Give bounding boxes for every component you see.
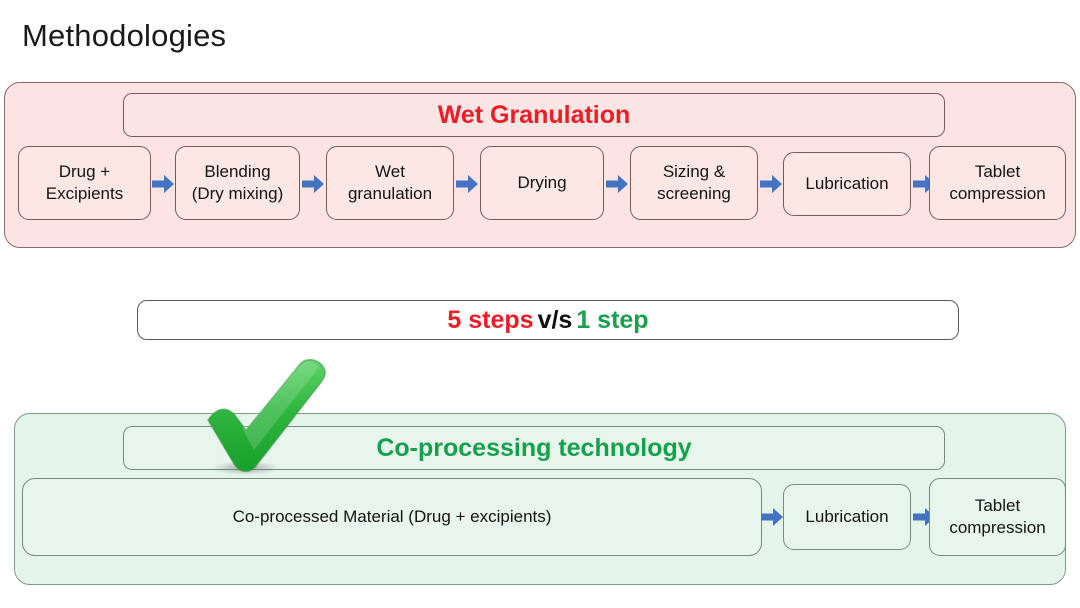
page-title: Methodologies (22, 18, 227, 53)
step-label-line: Sizing & (662, 162, 726, 182)
step-box-tablet-compression-coprocessing[interactable]: Tablet compression (929, 478, 1066, 556)
step-label-line: screening (657, 184, 731, 203)
step-box-sizing-screening[interactable]: Sizing & screening (630, 146, 758, 220)
step-label-line: Wet (375, 162, 405, 182)
step-box-blending[interactable]: Blending (Dry mixing) (175, 146, 300, 220)
right-arrow-icon (152, 174, 174, 194)
wet-granulation-header: Wet Granulation (123, 93, 945, 137)
step-label-line: Blending (204, 162, 271, 182)
right-arrow-icon (302, 174, 324, 194)
right-arrow-icon (456, 174, 478, 194)
co-processing-header-label: Co-processing technology (376, 433, 692, 462)
comparison-right-label: 1 step (576, 305, 649, 334)
step-label-line: Co-processed Material (Drug + excipients… (232, 507, 552, 527)
wet-granulation-header-label: Wet Granulation (437, 100, 631, 129)
step-box-lubrication-coprocessing[interactable]: Lubrication (783, 484, 911, 550)
comparison-bar: 5 steps v/s 1 step (137, 300, 959, 340)
co-processing-header: Co-processing technology (123, 426, 945, 470)
right-arrow-icon (760, 174, 782, 194)
right-arrow-icon (761, 507, 783, 527)
step-label-line: Tablet (974, 162, 1021, 182)
step-label-line: Drying (517, 173, 567, 193)
step-label-line: Tablet (974, 496, 1021, 516)
step-label-line: compression (949, 184, 1046, 203)
step-box-drug-excipients[interactable]: Drug + Excipients (18, 146, 151, 220)
comparison-middle-label: v/s (537, 305, 573, 334)
step-label-line: compression (949, 518, 1046, 537)
step-box-co-processed-material[interactable]: Co-processed Material (Drug + excipients… (22, 478, 762, 556)
step-label-line: Lubrication (805, 507, 889, 527)
step-label-line: Lubrication (805, 174, 889, 194)
step-label-line: (Dry mixing) (191, 184, 284, 203)
step-box-drying[interactable]: Drying (480, 146, 604, 220)
step-label-line: Drug + (58, 162, 111, 182)
step-box-wet-granulation[interactable]: Wet granulation (326, 146, 454, 220)
comparison-left-label: 5 steps (447, 305, 534, 334)
step-box-tablet-compression[interactable]: Tablet compression (929, 146, 1066, 220)
step-label-line: granulation (347, 184, 433, 203)
right-arrow-icon (606, 174, 628, 194)
step-box-lubrication[interactable]: Lubrication (783, 152, 911, 216)
step-label-line: Excipients (45, 184, 124, 203)
